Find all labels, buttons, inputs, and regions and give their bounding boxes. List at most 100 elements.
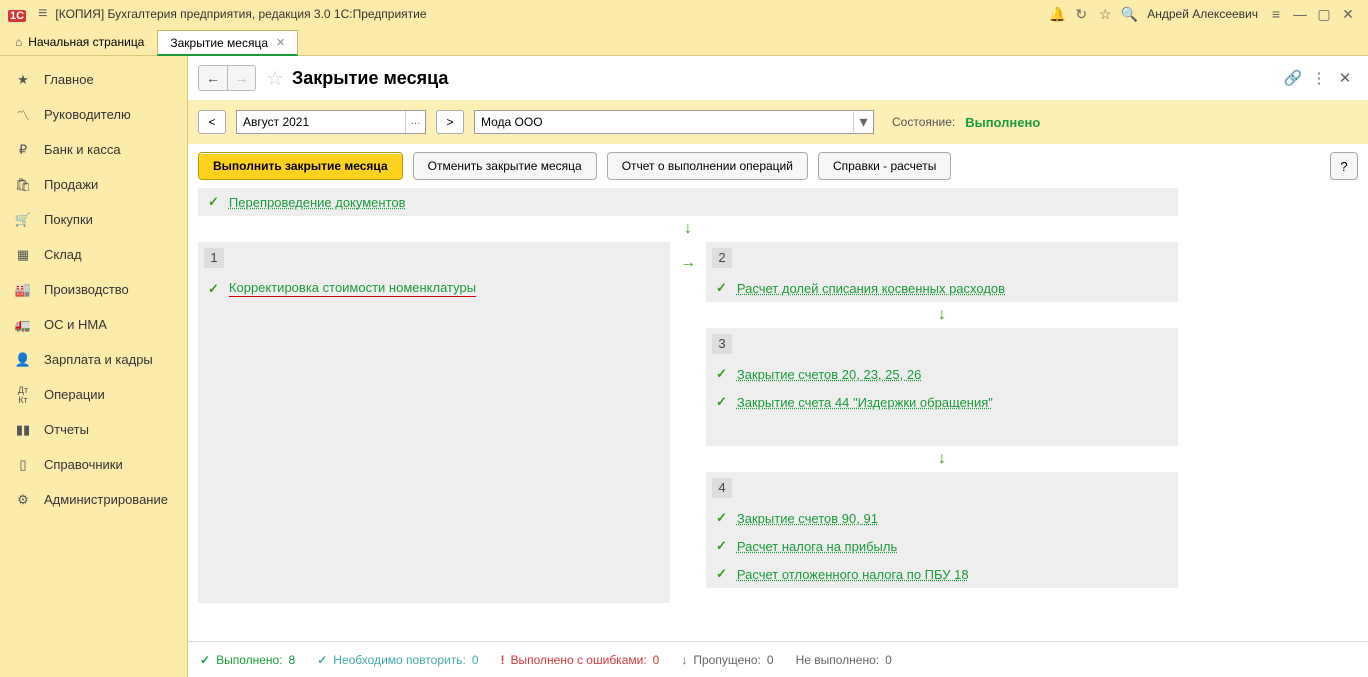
reprocess-link[interactable]: Перепроведение документов (229, 195, 406, 210)
check-icon: ✓ (208, 194, 219, 210)
link-icon[interactable]: 🔗 (1280, 69, 1306, 87)
undone-label: Не выполнено: (796, 653, 880, 667)
page-title: Закрытие месяца (292, 68, 1280, 89)
refs-button[interactable]: Справки - расчеты (818, 152, 951, 180)
check-icon: ✓ (716, 280, 727, 296)
period-field-wrap: … (236, 110, 426, 134)
step-3-block: 3 ✓Закрытие счетов 20, 23, 25, 26 ✓Закры… (706, 328, 1178, 446)
sidebar-item-admin[interactable]: ⚙Администрирование (0, 482, 187, 517)
factory-icon: 🏭 (14, 282, 32, 298)
nav-back-button[interactable]: ← (199, 66, 227, 90)
step-2-link[interactable]: Расчет долей списания косвенных расходов (737, 281, 1005, 296)
sidebar-item-assets[interactable]: 🚛ОС и НМА (0, 307, 187, 342)
sidebar-item-hr[interactable]: 👤Зарплата и кадры (0, 342, 187, 377)
arrow-down-icon: ↓ (938, 306, 946, 323)
star-icon: ★ (14, 72, 32, 88)
maximize-icon[interactable]: ▢ (1312, 6, 1336, 23)
dtkt-icon: ДтКт (14, 385, 32, 405)
check-icon: ✓ (716, 510, 727, 526)
step-1-block: 1 ✓ Корректировка стоимости номенклатуры (198, 242, 670, 603)
sidebar-item-production[interactable]: 🏭Производство (0, 272, 187, 307)
step-1-number: 1 (204, 248, 224, 268)
page-header: ← → ☆ Закрытие месяца 🔗 ⋮ ✕ (188, 56, 1368, 100)
warn-icon: ! (501, 653, 505, 667)
tab-close-icon[interactable]: ✕ (276, 36, 285, 49)
star-icon[interactable]: ☆ (1093, 6, 1117, 23)
bag-icon: 🛍 (14, 177, 32, 193)
state-label: Состояние: (892, 115, 955, 129)
sidebar-item-sales[interactable]: 🛍Продажи (0, 167, 187, 202)
cancel-button[interactable]: Отменить закрытие месяца (413, 152, 597, 180)
close-icon[interactable]: ✕ (1336, 6, 1360, 23)
sidebar-item-main[interactable]: ★Главное (0, 62, 187, 97)
step-2-number: 2 (712, 248, 732, 268)
period-picker-icon[interactable]: … (405, 111, 425, 133)
bell-icon[interactable]: 🔔 (1045, 6, 1069, 23)
check-icon: ✓ (716, 538, 727, 554)
truck-icon: 🚛 (14, 317, 32, 333)
tab-closing-label: Закрытие месяца (170, 36, 268, 50)
settings-icon[interactable]: ≡ (1264, 6, 1288, 22)
sidebar-item-purchases[interactable]: 🛒Покупки (0, 202, 187, 237)
tab-home[interactable]: ⌂ Начальная страница (2, 29, 157, 55)
step-4a-link[interactable]: Закрытие счетов 90, 91 (737, 511, 878, 526)
person-icon: 👤 (14, 352, 32, 368)
title-bar: 1C ≡ [КОПИЯ] Бухгалтерия предприятия, ре… (0, 0, 1368, 28)
skip-value: 0 (767, 653, 774, 667)
action-bar: Выполнить закрытие месяца Отменить закры… (188, 144, 1368, 188)
sidebar-item-manager[interactable]: 〽Руководителю (0, 97, 187, 132)
gear-icon: ⚙ (14, 492, 32, 508)
step-4c-link[interactable]: Расчет отложенного налога по ПБУ 18 (737, 567, 969, 582)
step-4-block: 4 ✓ Закрытие счетов 90, 91 ✓ Расчет налога… (706, 472, 1178, 588)
check-icon: ✓ (208, 281, 219, 297)
arrow-right-icon: → (680, 242, 696, 272)
undone-value: 0 (885, 653, 892, 667)
book-icon: ▯ (14, 457, 32, 473)
minimize-icon[interactable]: — (1288, 6, 1312, 22)
sidebar-item-bank[interactable]: ₽Банк и касса (0, 132, 187, 167)
org-field-wrap: ▾ (474, 110, 874, 134)
favorite-icon[interactable]: ☆ (266, 66, 284, 91)
logo-1c: 1C (8, 6, 26, 22)
app-title: [КОПИЯ] Бухгалтерия предприятия, редакци… (55, 7, 1045, 21)
period-input[interactable] (237, 115, 405, 129)
step-4-number: 4 (712, 478, 732, 498)
boxes-icon: ▦ (14, 247, 32, 263)
chart-icon: 〽 (14, 105, 32, 124)
user-label[interactable]: Андрей Алексеевич (1147, 7, 1258, 21)
tab-closing[interactable]: Закрытие месяца ✕ (157, 30, 298, 56)
sidebar-item-refs[interactable]: ▯Справочники (0, 447, 187, 482)
search-icon[interactable]: 🔍 (1117, 6, 1141, 23)
step-4b-link[interactable]: Расчет налога на прибыль (737, 539, 897, 554)
arrow-down-icon: ↓ (938, 450, 946, 467)
nav-back-forward: ← → (198, 65, 256, 91)
history-icon[interactable]: ↻ (1069, 6, 1093, 23)
check-icon: ✓ (716, 366, 727, 382)
sidebar-item-warehouse[interactable]: ▦Склад (0, 237, 187, 272)
main-menu-icon[interactable]: ≡ (38, 5, 47, 23)
content: ← → ☆ Закрытие месяца 🔗 ⋮ ✕ < … > ▾ Сост… (188, 56, 1368, 677)
prev-period-button[interactable]: < (198, 110, 226, 134)
skip-icon: ↓ (681, 653, 687, 667)
step-3-number: 3 (712, 334, 732, 354)
err-label: Выполнено с ошибками: (511, 653, 647, 667)
bars-icon: ▮▮ (14, 422, 32, 438)
org-dropdown-icon[interactable]: ▾ (853, 112, 873, 132)
sidebar-item-reports[interactable]: ▮▮Отчеты (0, 412, 187, 447)
step-3b-link[interactable]: Закрытие счета 44 "Издержки обращения" (737, 395, 993, 410)
check-icon: ✓ (200, 653, 210, 667)
help-button[interactable]: ? (1330, 152, 1358, 180)
org-input[interactable] (475, 115, 853, 129)
close-page-icon[interactable]: ✕ (1332, 69, 1358, 87)
state-value: Выполнено (965, 115, 1040, 130)
sidebar-item-operations[interactable]: ДтКтОперации (0, 377, 187, 412)
check-icon: ✓ (716, 566, 727, 582)
run-button[interactable]: Выполнить закрытие месяца (198, 152, 403, 180)
report-button[interactable]: Отчет о выполнении операций (607, 152, 808, 180)
more-icon[interactable]: ⋮ (1306, 69, 1332, 87)
next-period-button[interactable]: > (436, 110, 464, 134)
nav-forward-button[interactable]: → (227, 66, 255, 90)
step-1-link[interactable]: Корректировка стоимости номенклатуры (229, 280, 476, 297)
done-value: 8 (289, 653, 296, 667)
step-3a-link[interactable]: Закрытие счетов 20, 23, 25, 26 (737, 367, 921, 382)
